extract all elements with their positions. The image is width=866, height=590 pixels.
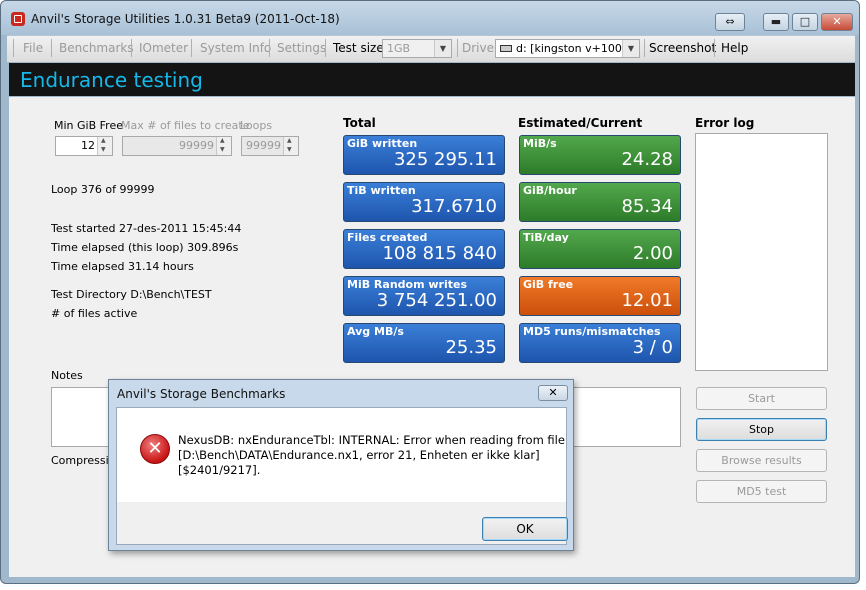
tile-tib-written: TiB written 317.6710 — [343, 182, 505, 222]
dialog-body: NexusDB: nxEnduranceTbl: INTERNAL: Error… — [116, 407, 568, 545]
test-size-dropdown[interactable]: 1GB ▼ — [382, 39, 452, 58]
tile-files-created: Files created 108 815 840 — [343, 229, 505, 269]
stop-button[interactable]: Stop — [696, 418, 827, 441]
loops-value: 99999 — [246, 139, 281, 152]
md5-test-button[interactable]: MD5 test — [696, 480, 827, 503]
menu-file[interactable]: File — [23, 41, 43, 55]
restore-window-icon[interactable]: ⇔ — [715, 13, 745, 31]
loops-label: Loops — [240, 119, 273, 132]
menu-help[interactable]: Help — [721, 41, 748, 55]
drive-label: Drive — [462, 41, 494, 55]
close-icon[interactable]: ✕ — [821, 13, 853, 31]
menu-benchmarks[interactable]: Benchmarks — [59, 41, 134, 55]
chevron-down-icon: ▼ — [622, 40, 639, 57]
tile-value: 317.6710 — [411, 196, 497, 217]
tile-gib-per-hour: GiB/hour 85.34 — [519, 182, 681, 222]
menu-iometer[interactable]: IOmeter — [139, 41, 188, 55]
window-title: Anvil's Storage Utilities 1.0.31 Beta9 (… — [31, 12, 340, 26]
max-files-stepper[interactable]: 99999 — [122, 136, 232, 156]
menu-separator — [51, 39, 52, 57]
error-dialog: Anvil's Storage Benchmarks ✕ NexusDB: nx… — [108, 379, 574, 551]
menu-settings[interactable]: Settings — [277, 41, 326, 55]
tile-value: 2.00 — [632, 243, 673, 264]
tile-value: 25.35 — [445, 337, 497, 358]
tile-value: 3 754 251.00 — [376, 290, 497, 311]
test-size-label: Test size — [333, 41, 384, 55]
menu-separator — [325, 39, 326, 57]
page-title: Endurance testing — [20, 68, 203, 92]
menu-separator — [13, 39, 14, 57]
max-files-label: Max # of files to create — [121, 119, 250, 132]
time-elapsed-loop: Time elapsed (this loop) 309.896s — [51, 241, 239, 254]
minimize-icon[interactable]: ▬ — [763, 13, 789, 31]
browse-results-button[interactable]: Browse results — [696, 449, 827, 472]
app-icon — [11, 12, 25, 26]
estimated-title: Estimated/Current — [518, 116, 643, 130]
drive-value: d: [kingston v+100] — [516, 42, 627, 55]
tile-value: 24.28 — [621, 149, 673, 170]
test-directory: Test Directory D:\Bench\TEST — [51, 288, 212, 301]
min-gib-free-label: Min GiB Free — [54, 119, 123, 132]
page-header: Endurance testing — [9, 63, 855, 96]
tile-label: GiB/hour — [523, 184, 577, 197]
tile-label: TiB written — [347, 184, 416, 197]
dialog-message-line: [$2401/9217]. — [178, 463, 261, 477]
tile-label: TiB/day — [523, 231, 569, 244]
dialog-ok-button[interactable]: OK — [482, 517, 568, 541]
menu-bar: File Benchmarks IOmeter System Info Sett… — [7, 35, 855, 62]
dialog-title: Anvil's Storage Benchmarks — [117, 387, 286, 401]
loops-stepper[interactable]: 99999 — [241, 136, 299, 156]
tile-value: 325 295.11 — [393, 149, 497, 170]
dialog-message-line: [D:\Bench\DATA\Endurance.nx1, error 21, … — [178, 448, 540, 462]
tile-value: 85.34 — [621, 196, 673, 217]
test-size-value: 1GB — [387, 42, 411, 55]
menu-separator — [714, 39, 715, 57]
tile-value: 12.01 — [621, 290, 673, 311]
chevron-down-icon: ▼ — [434, 40, 451, 57]
menu-separator — [457, 39, 458, 57]
start-button[interactable]: Start — [696, 387, 827, 410]
tile-avg-mbs: Avg MB/s 25.35 — [343, 323, 505, 363]
title-bar[interactable]: Anvil's Storage Utilities 1.0.31 Beta9 (… — [1, 1, 859, 35]
tile-gib-written: GiB written 325 295.11 — [343, 135, 505, 175]
tile-label: Avg MB/s — [347, 325, 404, 338]
min-gib-free-value: 12 — [81, 139, 95, 152]
tile-gib-free: GiB free 12.01 — [519, 276, 681, 316]
menu-system-info[interactable]: System Info — [200, 41, 271, 55]
min-gib-free-stepper[interactable]: 12 — [55, 136, 113, 156]
dialog-message-line: NexusDB: nxEnduranceTbl: INTERNAL: Error… — [178, 433, 565, 447]
stepper-arrows-icon[interactable] — [97, 137, 112, 155]
dialog-close-button[interactable]: ✕ — [538, 385, 568, 401]
tile-label: MiB/s — [523, 137, 557, 150]
total-title: Total — [343, 116, 376, 130]
menu-separator — [644, 39, 645, 57]
stepper-arrows-icon[interactable] — [283, 137, 298, 155]
loop-status: Loop 376 of 99999 — [51, 183, 155, 196]
error-icon — [140, 434, 170, 464]
test-started: Test started 27-des-2011 15:45:44 — [51, 222, 242, 235]
dialog-message-area: NexusDB: nxEnduranceTbl: INTERNAL: Error… — [117, 408, 566, 502]
tile-mib-random-writes: MiB Random writes 3 754 251.00 — [343, 276, 505, 316]
tile-tib-per-day: TiB/day 2.00 — [519, 229, 681, 269]
error-log-title: Error log — [695, 116, 755, 130]
drive-icon — [500, 45, 512, 52]
tile-value: 108 815 840 — [382, 243, 497, 264]
error-log-box[interactable] — [695, 133, 828, 371]
tile-mib-per-s: MiB/s 24.28 — [519, 135, 681, 175]
dialog-message: NexusDB: nxEnduranceTbl: INTERNAL: Error… — [178, 433, 565, 478]
tile-value: 3 / 0 — [632, 337, 673, 358]
menu-separator — [131, 39, 132, 57]
maximize-icon[interactable]: □ — [792, 13, 818, 31]
max-files-value: 99999 — [179, 139, 214, 152]
menu-separator — [269, 39, 270, 57]
stepper-arrows-icon[interactable] — [216, 137, 231, 155]
menu-separator — [191, 39, 192, 57]
time-elapsed-total: Time elapsed 31.14 hours — [51, 260, 194, 273]
drive-dropdown[interactable]: d: [kingston v+100] ▼ — [495, 39, 640, 58]
tile-md5-runs: MD5 runs/mismatches 3 / 0 — [519, 323, 681, 363]
tile-label: GiB free — [523, 278, 574, 291]
files-active: # of files active — [51, 307, 138, 320]
notes-label: Notes — [51, 369, 83, 382]
menu-screenshot[interactable]: Screenshot — [649, 41, 716, 55]
